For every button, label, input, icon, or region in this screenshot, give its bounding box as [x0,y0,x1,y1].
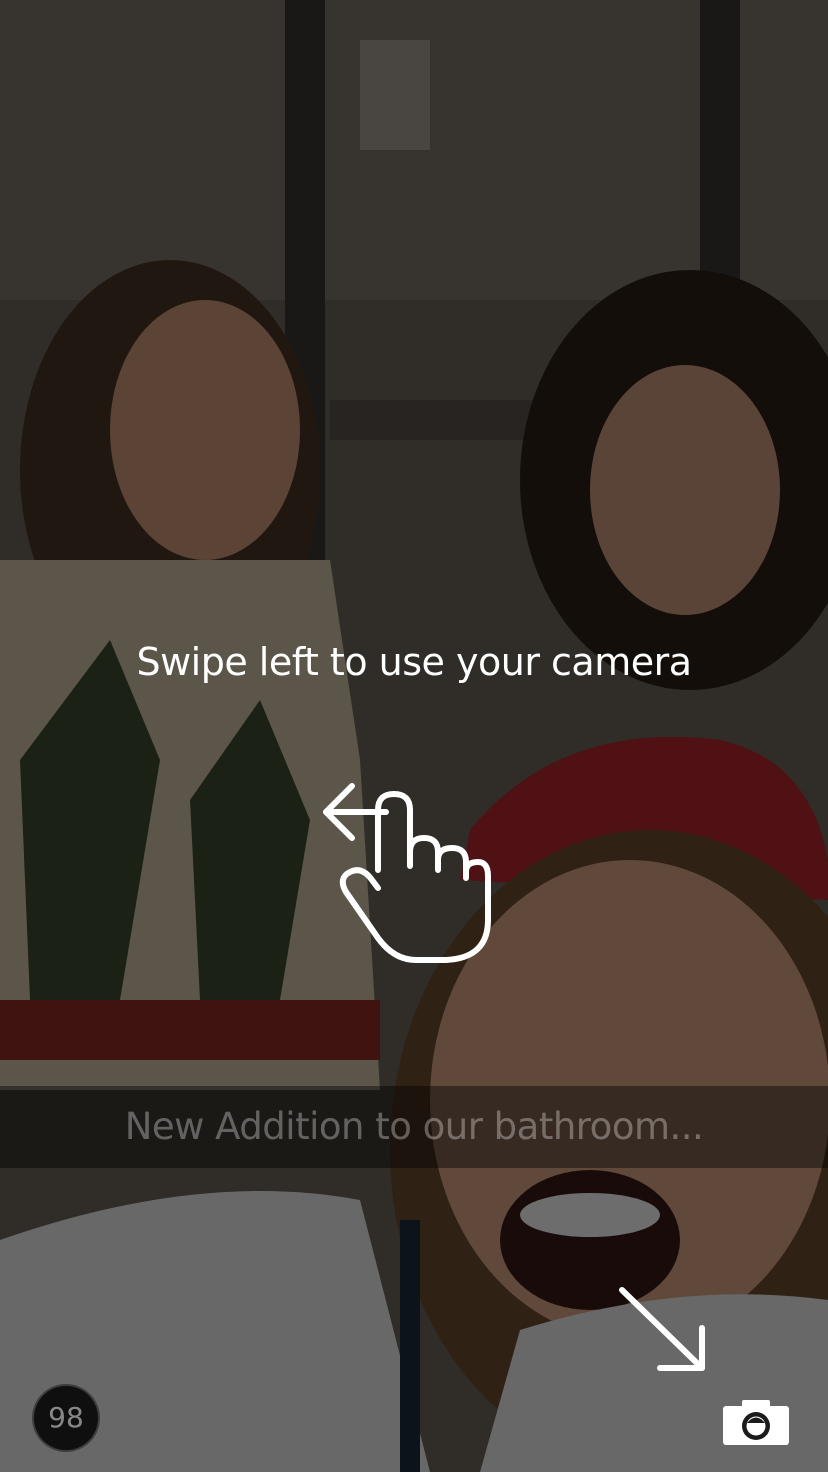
swipe-hint-text: Swipe left to use your camera [136,640,692,684]
snap-caption-bar: New Addition to our bathroom... [0,1086,828,1168]
camera-icon [723,1400,789,1445]
camera-button[interactable] [720,1398,792,1448]
snap-timer-value: 98 [48,1401,84,1434]
diagonal-arrow-icon [610,1280,720,1380]
snap-timer-badge: 98 [32,1384,100,1452]
tutorial-dim-overlay [0,0,828,1472]
snap-caption-text: New Addition to our bathroom... [124,1105,704,1148]
swipe-left-hand-icon [316,780,496,970]
